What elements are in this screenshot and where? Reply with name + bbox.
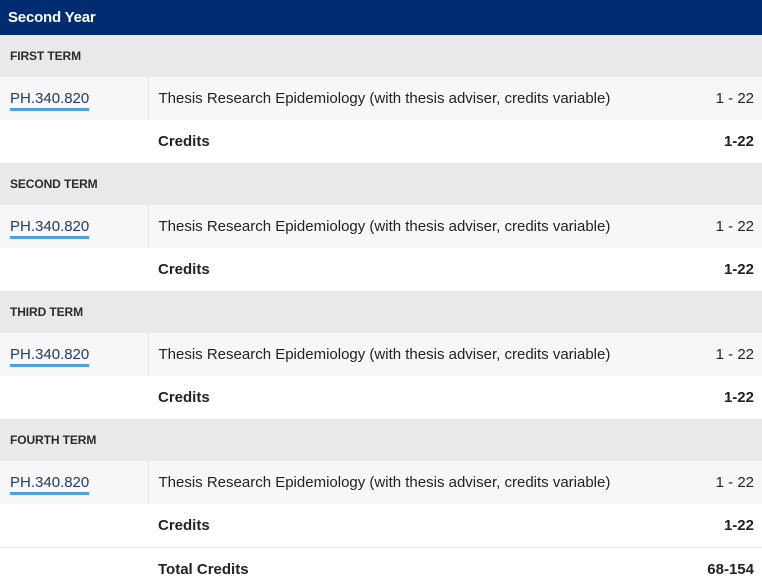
term-heading-row: SECOND TERM [0, 163, 762, 205]
credits-label: Credits [148, 504, 668, 548]
term-heading: FIRST TERM [0, 35, 762, 77]
credits-value: 1-22 [668, 504, 762, 548]
course-code-cell: PH.340.820 [0, 77, 149, 120]
course-row: PH.340.820 Thesis Research Epidemiology … [0, 205, 762, 248]
course-code-link[interactable]: PH.340.820 [10, 474, 90, 495]
course-title: Thesis Research Epidemiology (with thesi… [148, 461, 668, 504]
course-hours: 1 - 22 [668, 205, 762, 248]
course-code-link[interactable]: PH.340.820 [10, 218, 90, 239]
course-row: PH.340.820 Thesis Research Epidemiology … [0, 333, 762, 376]
course-code-cell: PH.340.820 [0, 205, 149, 248]
term-heading: SECOND TERM [0, 163, 762, 205]
course-title: Thesis Research Epidemiology (with thesi… [148, 333, 668, 376]
course-code-cell: PH.340.820 [0, 333, 149, 376]
total-credits-label: Total Credits [148, 547, 668, 582]
credits-value: 1-22 [668, 376, 762, 419]
credits-value: 1-22 [668, 120, 762, 163]
credits-label: Credits [148, 248, 668, 291]
course-row: PH.340.820 Thesis Research Epidemiology … [0, 77, 762, 120]
credits-row: Credits 1-22 [0, 504, 762, 548]
term-heading-row: THIRD TERM [0, 291, 762, 333]
term-heading: THIRD TERM [0, 291, 762, 333]
course-title: Thesis Research Epidemiology (with thesi… [148, 77, 668, 120]
year-heading: Second Year [0, 0, 762, 35]
course-row: PH.340.820 Thesis Research Epidemiology … [0, 461, 762, 504]
course-hours: 1 - 22 [668, 461, 762, 504]
course-hours: 1 - 22 [668, 333, 762, 376]
term-heading-row: FIRST TERM [0, 35, 762, 77]
total-credits-row: Total Credits 68-154 [0, 547, 762, 582]
course-code-link[interactable]: PH.340.820 [10, 90, 90, 111]
course-plan-table: Second Year FIRST TERM PH.340.820 Thesis… [0, 0, 762, 582]
total-credits-value: 68-154 [668, 547, 762, 582]
credits-label: Credits [148, 376, 668, 419]
term-heading: FOURTH TERM [0, 419, 762, 461]
term-heading-row: FOURTH TERM [0, 419, 762, 461]
course-code-cell: PH.340.820 [0, 461, 149, 504]
course-title: Thesis Research Epidemiology (with thesi… [148, 205, 668, 248]
credits-row: Credits 1-22 [0, 120, 762, 163]
year-header-row: Second Year [0, 0, 762, 35]
course-code-link[interactable]: PH.340.820 [10, 346, 90, 367]
credits-row: Credits 1-22 [0, 376, 762, 419]
credits-value: 1-22 [668, 248, 762, 291]
course-hours: 1 - 22 [668, 77, 762, 120]
credits-row: Credits 1-22 [0, 248, 762, 291]
credits-label: Credits [148, 120, 668, 163]
